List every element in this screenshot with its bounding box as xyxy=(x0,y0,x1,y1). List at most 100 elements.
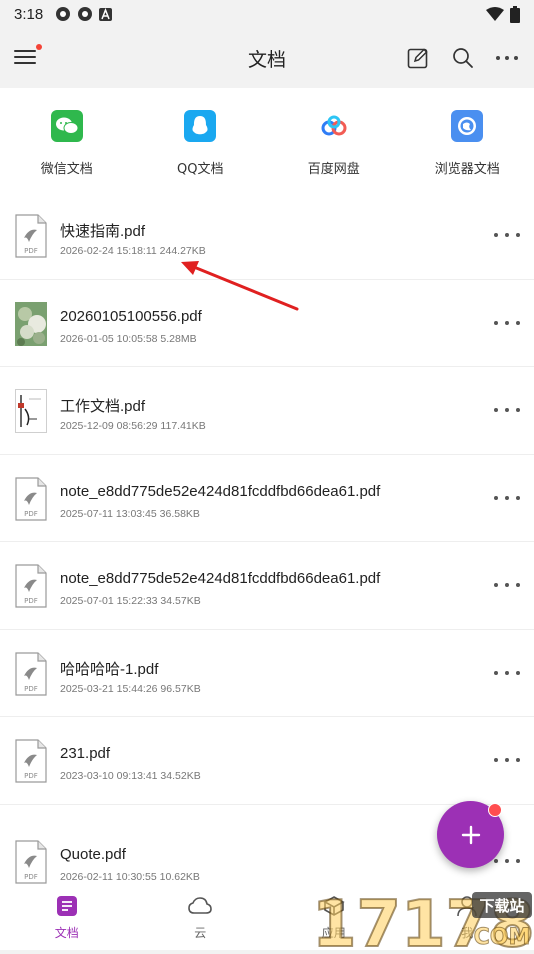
shortcut-baidu-netdisk[interactable]: 百度网盘 xyxy=(267,88,401,192)
pdf-file-icon: PDF xyxy=(15,477,47,521)
pdf-thumb-label: PDF xyxy=(24,510,38,518)
nav-label: 应用 xyxy=(322,924,346,941)
bottom-nav: 文档 云 应用 我 xyxy=(0,884,534,950)
more-dot xyxy=(494,859,498,863)
edit-button[interactable] xyxy=(405,45,431,71)
qq-icon xyxy=(184,110,216,142)
more-options-button[interactable] xyxy=(494,45,520,71)
file-more-button[interactable] xyxy=(494,666,520,680)
nav-label: 文档 xyxy=(55,924,79,941)
more-dot xyxy=(505,408,509,412)
pdf-thumb-label: PDF xyxy=(24,685,38,693)
nav-label: 我 xyxy=(461,924,473,941)
battery-icon xyxy=(510,6,520,23)
apps-icon xyxy=(322,894,346,918)
fab-badge xyxy=(488,803,502,817)
file-meta: 2025-12-09 08:56:29 117.41KB xyxy=(60,420,206,432)
cloud-icon xyxy=(188,894,212,918)
file-more-button[interactable] xyxy=(494,403,520,417)
file-row[interactable]: 工作文档.pdf 2025-12-09 08:56:29 117.41KB xyxy=(0,367,534,455)
shortcut-wechat-docs[interactable]: 微信文档 xyxy=(0,88,134,192)
shortcut-label: 百度网盘 xyxy=(308,158,360,177)
notification-app-icon xyxy=(55,6,71,22)
file-more-button[interactable] xyxy=(494,854,520,868)
file-row[interactable]: PDF note_e8dd775de52e424d81fcddfbd66dea6… xyxy=(0,542,534,630)
file-name: 231.pdf xyxy=(60,745,110,762)
pdf-thumb-label: PDF xyxy=(24,873,38,881)
shortcut-label: QQ文档 xyxy=(177,158,223,177)
more-dot xyxy=(494,408,498,412)
shortcut-label: 微信文档 xyxy=(41,158,93,177)
pdf-thumb-label: PDF xyxy=(24,772,38,780)
file-meta: 2025-03-21 15:44:26 96.57KB xyxy=(60,683,201,695)
pdf-file-icon: PDF xyxy=(15,214,47,258)
file-more-button[interactable] xyxy=(494,316,520,330)
file-meta: 2023-03-10 09:13:41 34.52KB xyxy=(60,770,201,782)
file-meta: 2025-07-11 13:03:45 36.58KB xyxy=(60,508,200,520)
status-bar: 3:18 xyxy=(0,0,534,28)
notification-a-icon xyxy=(99,8,112,21)
app-bar: 文档 xyxy=(0,28,534,88)
profile-icon xyxy=(455,894,479,918)
more-dot xyxy=(494,321,498,325)
main-content: 微信文档 QQ文档 百度网盘 浏览器文档 PDF 快速指南.pdf xyxy=(0,88,534,884)
file-name: note_e8dd775de52e424d81fcddfbd66dea61.pd… xyxy=(60,570,380,587)
more-dot xyxy=(516,496,520,500)
nav-apps[interactable]: 应用 xyxy=(267,884,401,950)
pdf-file-icon: PDF xyxy=(15,739,47,783)
search-button[interactable] xyxy=(450,45,476,71)
more-dot xyxy=(516,859,520,863)
file-row[interactable]: PDF 哈哈哈哈-1.pdf 2025-03-21 15:44:26 96.57… xyxy=(0,630,534,718)
file-more-button[interactable] xyxy=(494,578,520,592)
more-dot xyxy=(516,321,520,325)
file-name: Quote.pdf xyxy=(60,846,126,863)
file-more-button[interactable] xyxy=(494,228,520,242)
file-meta: 2026-02-24 15:18:11 244.27KB xyxy=(60,245,206,257)
wifi-icon xyxy=(486,7,504,21)
photo-thumbnail xyxy=(15,302,47,346)
file-more-button[interactable] xyxy=(494,491,520,505)
nav-documents[interactable]: 文档 xyxy=(0,884,134,950)
more-horizontal-icon xyxy=(495,55,519,61)
file-meta: 2025-07-01 15:22:33 34.57KB xyxy=(60,595,201,607)
file-row[interactable]: 20260105100556.pdf 2026-01-05 10:05:58 5… xyxy=(0,280,534,368)
file-meta: 2026-02-11 10:30:55 10.62KB xyxy=(60,871,200,883)
more-dot xyxy=(505,758,509,762)
nav-profile[interactable]: 我 xyxy=(401,884,534,950)
file-name: 快速指南.pdf xyxy=(60,220,145,241)
nav-label: 云 xyxy=(194,924,206,941)
add-fab-button[interactable] xyxy=(437,801,504,868)
more-dot xyxy=(516,671,520,675)
browser-icon xyxy=(451,110,483,142)
more-dot xyxy=(516,583,520,587)
edit-icon xyxy=(407,47,429,69)
baidu-netdisk-icon xyxy=(318,110,350,142)
file-row[interactable]: PDF 快速指南.pdf 2026-02-24 15:18:11 244.27K… xyxy=(0,192,534,280)
file-name: 20260105100556.pdf xyxy=(60,308,202,325)
pdf-file-icon: PDF xyxy=(15,564,47,608)
file-more-button[interactable] xyxy=(494,753,520,767)
file-row[interactable]: PDF 231.pdf 2023-03-10 09:13:41 34.52KB xyxy=(0,717,534,805)
notification-app-icon xyxy=(77,6,93,22)
pdf-thumb-label: PDF xyxy=(24,247,38,255)
more-dot xyxy=(494,583,498,587)
more-dot xyxy=(494,671,498,675)
file-row[interactable]: PDF note_e8dd775de52e424d81fcddfbd66dea6… xyxy=(0,455,534,543)
shortcut-browser-docs[interactable]: 浏览器文档 xyxy=(401,88,534,192)
more-dot xyxy=(505,671,509,675)
more-dot xyxy=(505,321,509,325)
file-name: 工作文档.pdf xyxy=(60,395,145,416)
source-shortcuts: 微信文档 QQ文档 百度网盘 浏览器文档 xyxy=(0,88,534,192)
more-dot xyxy=(505,233,509,237)
search-icon xyxy=(452,47,474,69)
pdf-file-icon: PDF xyxy=(15,840,47,884)
shortcut-qq-docs[interactable]: QQ文档 xyxy=(134,88,268,192)
document-icon xyxy=(55,894,79,918)
plus-icon xyxy=(460,824,482,846)
file-name: note_e8dd775de52e424d81fcddfbd66dea61.pd… xyxy=(60,483,380,500)
wechat-icon xyxy=(51,110,83,142)
document-thumbnail xyxy=(15,389,47,433)
nav-cloud[interactable]: 云 xyxy=(134,884,268,950)
more-dot xyxy=(516,408,520,412)
file-meta: 2026-01-05 10:05:58 5.28MB xyxy=(60,333,197,345)
